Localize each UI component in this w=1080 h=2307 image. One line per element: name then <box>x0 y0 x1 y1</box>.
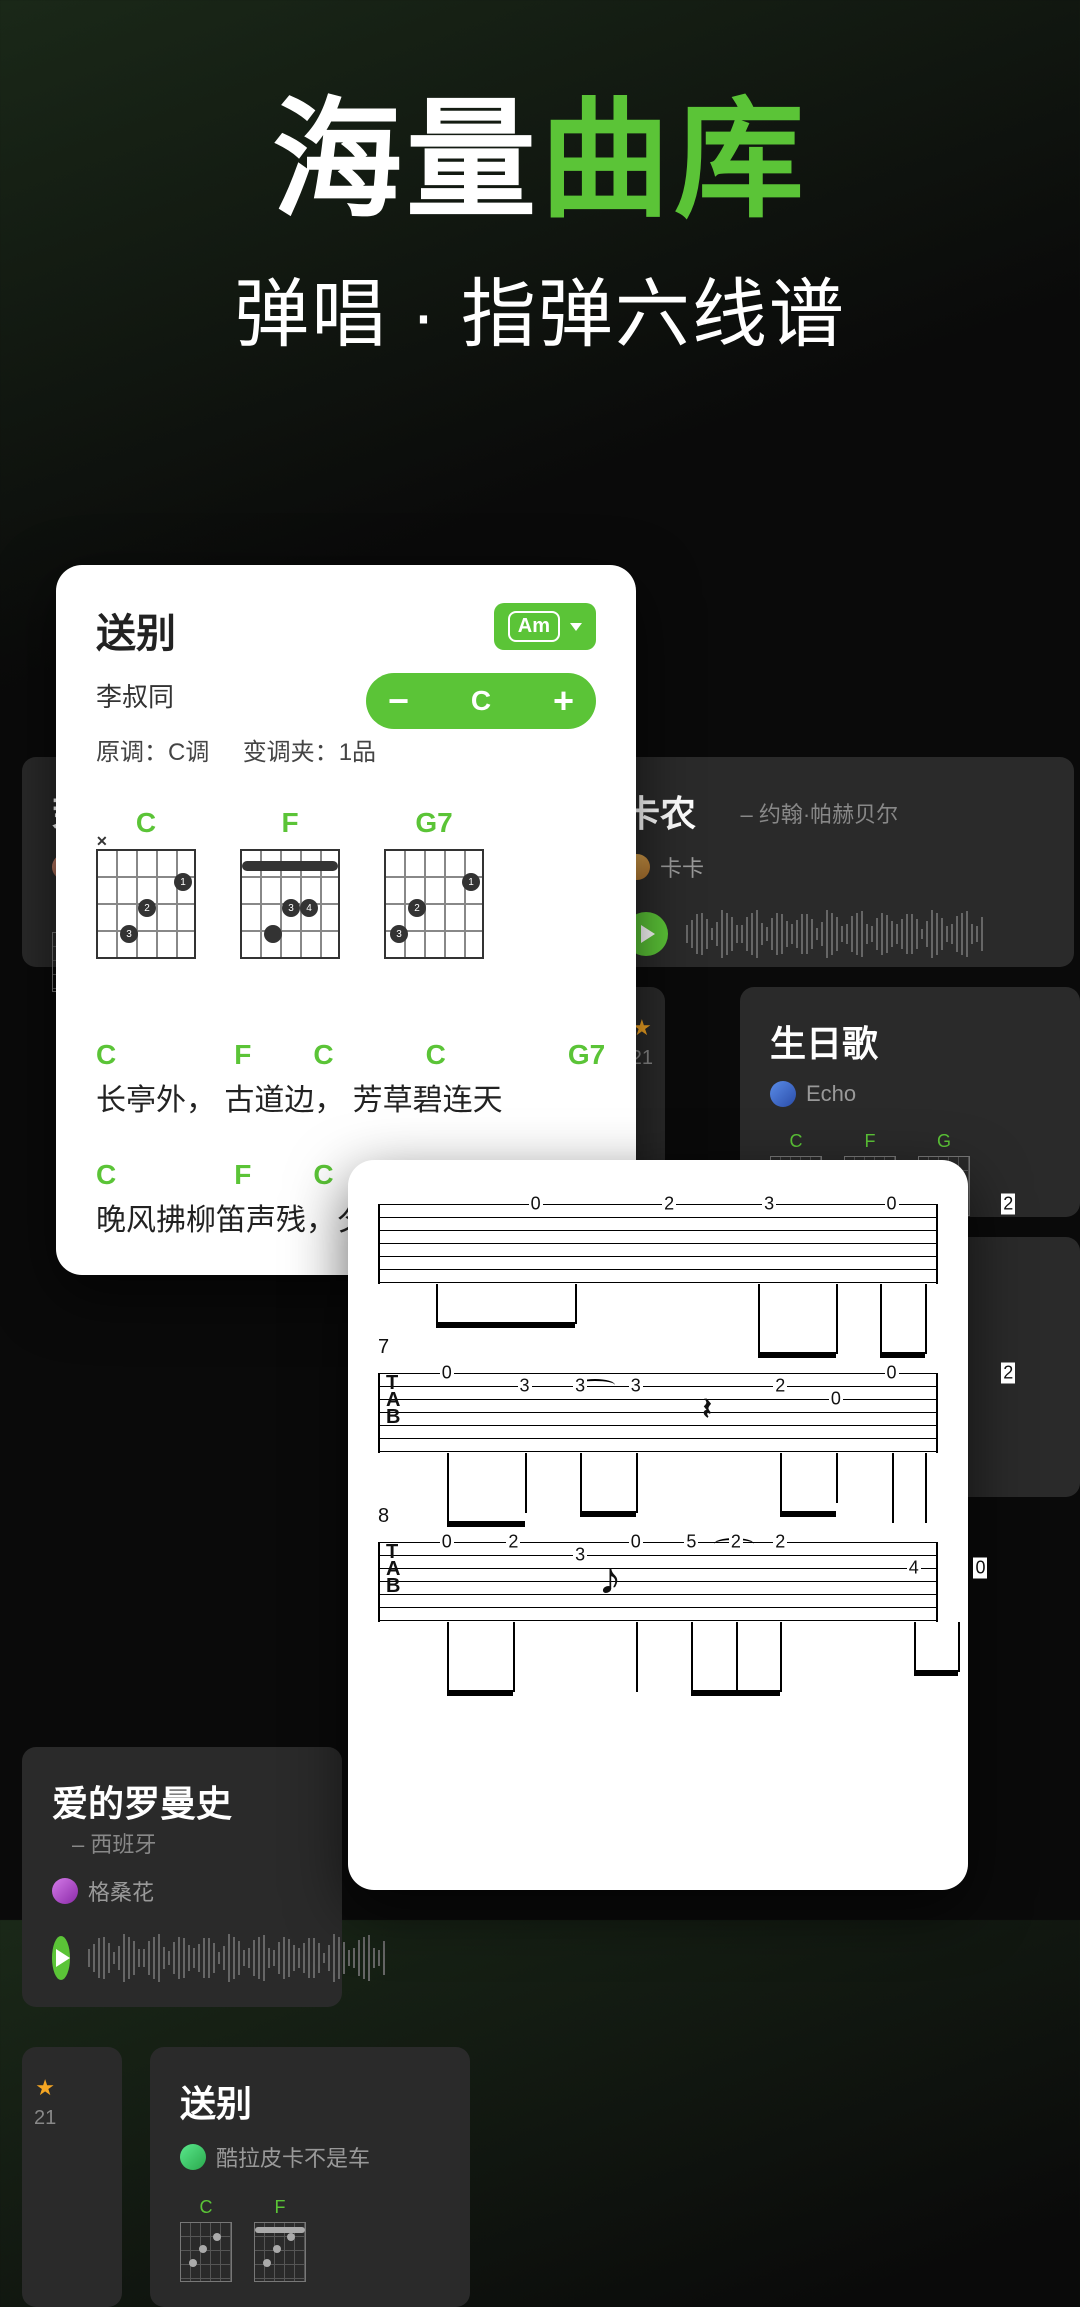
chord-diagram: F <box>254 2197 306 2282</box>
tab-label-icon: TAB <box>386 1544 400 1595</box>
card-subtitle: – 西班牙 <box>72 1827 156 1859</box>
meta-capo-value: 1品 <box>339 739 376 766</box>
avatar <box>52 1878 78 1904</box>
transpose-down-button[interactable]: − <box>388 683 409 719</box>
big-chord-row: C✕123 F34 G7123 <box>96 807 596 959</box>
chord-diagram-large: C✕123 <box>96 807 196 959</box>
song-card-canon[interactable]: 卡农 – 约翰·帕赫贝尔 卡卡 <box>594 757 1074 967</box>
lyric-line: 长亭外， 古道边， 芳草碧连天 <box>96 1075 596 1119</box>
star-icon: ★ <box>34 2075 56 2101</box>
author-name: 酷拉皮卡不是车 <box>216 2141 370 2173</box>
song-card-peek-2[interactable]: ★ 21 <box>22 2047 122 2307</box>
tab-label-icon: TAB <box>386 1375 400 1426</box>
card-author: 酷拉皮卡不是车 <box>180 2141 440 2173</box>
lyric-row-1: CFCCG7 长亭外， 古道边， 芳草碧连天 <box>96 1039 596 1119</box>
rating-count: 21 <box>34 2107 56 2130</box>
chord-line: CFCCG7 <box>96 1039 596 1071</box>
chord-diagram-large: G7123 <box>384 807 484 959</box>
meta-key-label: 原调： <box>96 739 168 766</box>
rest-icon: 𝄽 <box>702 1393 711 1427</box>
hero-word-2: 曲库 <box>540 87 808 233</box>
chord-diagram-large: F34 <box>240 807 340 959</box>
avatar <box>770 1081 796 1107</box>
chevron-down-icon <box>570 618 582 636</box>
play-button[interactable] <box>52 1936 70 1980</box>
meta-key-value: C调 <box>168 739 209 766</box>
rating: ★ 21 <box>34 2075 56 2130</box>
measure-number: 7 <box>378 1336 938 1359</box>
detail-meta: 原调：C调 变调夹：1品 <box>96 732 596 767</box>
card-author: 格桑花 <box>52 1875 312 1907</box>
rest-icon: 𝅘𝅥𝅮 <box>602 1566 618 1600</box>
tab-staff-0: 02302 <box>378 1204 938 1284</box>
waveform[interactable] <box>686 909 1044 959</box>
hero-subtitle: 弹唱 · 指弹六线谱 <box>0 253 1080 362</box>
meta-capo-label: 变调夹： <box>243 739 339 766</box>
transpose-key: C <box>471 685 491 717</box>
avatar <box>180 2144 206 2170</box>
audio-preview <box>52 1933 312 1983</box>
chord-row: CF <box>180 2197 440 2282</box>
transpose-up-button[interactable]: + <box>553 683 574 719</box>
waveform[interactable] <box>88 1933 385 1983</box>
transposer: − C + <box>366 673 596 729</box>
author-name: Echo <box>806 1081 856 1107</box>
key-selector[interactable]: Am <box>494 603 596 650</box>
author-name: 卡卡 <box>660 851 704 883</box>
tab-staff-2: TAB 𝅘𝅥𝅮 023052240 <box>378 1542 938 1622</box>
card-title: 生日歌 <box>770 1015 878 1067</box>
hero-word-1: 海量 <box>272 87 540 233</box>
author-name: 格桑花 <box>88 1875 154 1907</box>
card-author: Echo <box>770 1081 1050 1107</box>
chord-diagram: C <box>180 2197 232 2282</box>
key-badge-value: Am <box>508 611 560 642</box>
card-title: 爱的罗曼史 <box>52 1775 232 1827</box>
song-card-songbie[interactable]: 送别 酷拉皮卡不是车 CF <box>150 2047 470 2307</box>
song-card-romance[interactable]: 爱的罗曼史 – 西班牙 格桑花 <box>22 1747 342 2007</box>
card-subtitle: – 约翰·帕赫贝尔 <box>740 797 898 829</box>
tab-staff-1: TAB 𝄽 03332002 <box>378 1373 938 1453</box>
audio-preview <box>624 909 1044 959</box>
card-author: 卡卡 <box>624 851 1044 883</box>
card-title: 送别 <box>180 2075 252 2127</box>
tab-notation-card: 02302 7 TAB 𝄽 03332002 8 TAB 𝅘𝅥𝅮 0230522… <box>348 1160 968 1890</box>
hero-title: 海量曲库 弹唱 · 指弹六线谱 <box>0 0 1080 362</box>
